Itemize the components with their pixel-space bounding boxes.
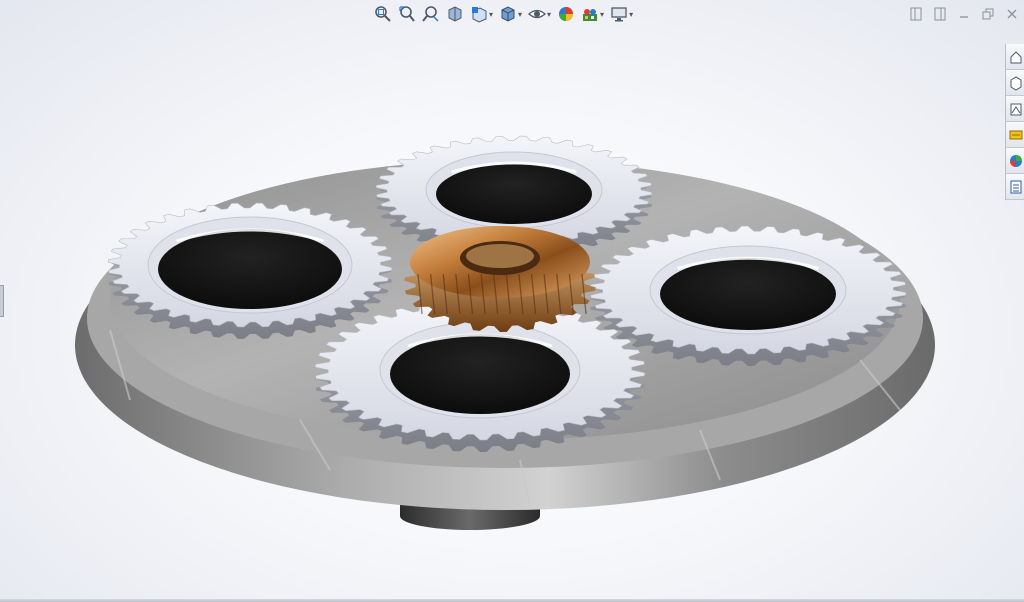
task-tab-appearances-scenes-decals[interactable] <box>1006 148 1024 174</box>
appearances-icon <box>1010 154 1022 167</box>
window-controls <box>906 3 1024 25</box>
model-svg[interactable] <box>0 0 1024 602</box>
display-style-icon <box>501 6 515 22</box>
zoom-to-fit-button[interactable] <box>372 3 394 25</box>
task-tab-custom-properties[interactable] <box>1006 174 1024 200</box>
previous-view-button[interactable] <box>420 3 442 25</box>
design-library-icon <box>1010 75 1022 91</box>
planet-gear-front-bore <box>390 334 570 414</box>
monitor-icon <box>611 7 627 22</box>
graphics-area[interactable] <box>0 0 1024 602</box>
tile-right-button[interactable] <box>930 4 950 24</box>
minimize-icon <box>960 16 968 18</box>
restore-button[interactable] <box>978 4 998 24</box>
file-explorer-icon <box>1010 103 1022 115</box>
tile-left-icon <box>910 7 922 21</box>
minimize-button[interactable] <box>954 4 974 24</box>
tile-left-button[interactable] <box>906 4 926 24</box>
eye-icon <box>528 9 547 19</box>
custom-properties-icon <box>1010 180 1022 193</box>
hide-show-items-button[interactable] <box>526 3 548 25</box>
previous-view-icon <box>422 6 439 22</box>
display-style-button[interactable] <box>497 3 519 25</box>
task-pane <box>1005 44 1024 200</box>
view-orientation-button[interactable] <box>468 3 490 25</box>
restore-icon <box>982 8 994 20</box>
edit-appearance-button[interactable] <box>555 3 577 25</box>
planet-gear-left-bore <box>158 229 342 309</box>
tile-right-icon <box>934 7 946 21</box>
scene-icon <box>583 9 598 21</box>
section-view-icon <box>448 6 462 22</box>
appearance-sphere-icon <box>559 7 574 21</box>
section-view-button[interactable] <box>444 3 466 25</box>
zoom-to-area-button[interactable] <box>396 3 418 25</box>
planet-gear-right-bore <box>660 258 836 330</box>
view-orientation-icon <box>472 7 487 23</box>
heads-up-view-toolbar: ▾ ▾ ▾ ▾ ▾ <box>372 2 635 26</box>
feature-manager-collapse-tab[interactable] <box>0 285 4 317</box>
zoom-to-area-icon <box>399 6 415 22</box>
zoom-to-fit-icon <box>375 6 391 22</box>
close-button[interactable] <box>1002 4 1022 24</box>
task-tab-view-palette[interactable] <box>1006 122 1024 148</box>
home-icon <box>1010 50 1022 63</box>
task-tab-design-library[interactable] <box>1006 70 1024 96</box>
apply-scene-button[interactable] <box>579 3 601 25</box>
view-palette-icon <box>1009 130 1023 139</box>
view-settings-button[interactable] <box>608 3 630 25</box>
planet-gear-top-bore <box>436 164 592 224</box>
close-icon <box>1007 9 1017 19</box>
task-tab-file-explorer[interactable] <box>1006 96 1024 122</box>
sun-gear-bore-highlight <box>466 244 534 268</box>
task-tab-solidworks-resources[interactable] <box>1006 44 1024 70</box>
